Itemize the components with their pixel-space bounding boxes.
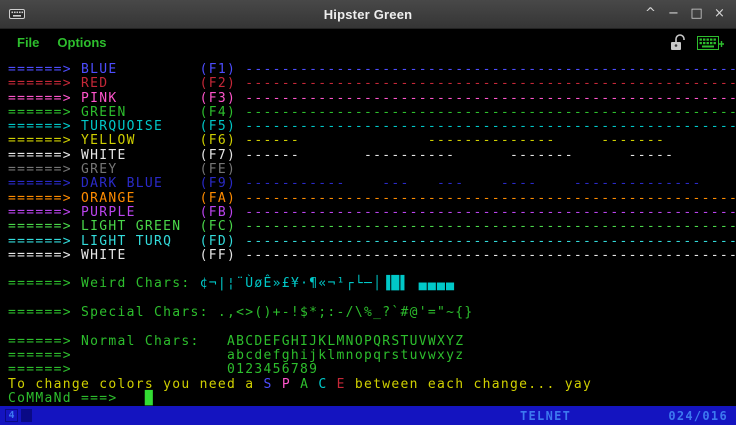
connection-indicator: 4 <box>5 409 18 422</box>
terminal-row: ======> ORANGE (FA) --------------------… <box>8 190 736 206</box>
terminal-row <box>8 320 736 334</box>
terminal-row: ======> LIGHT TURQ (FD) ----------------… <box>8 233 736 249</box>
terminal-cursor: █ <box>144 390 155 406</box>
menubar-icons <box>668 34 728 51</box>
terminal-row <box>8 292 736 306</box>
terminal-row: To change colors you need a S P A C E be… <box>8 376 593 392</box>
status-protocol: TELNET <box>520 408 572 423</box>
menu-options[interactable]: Options <box>48 31 115 54</box>
terminal-screen[interactable]: ======> BLUE (F1) ----------------------… <box>0 56 736 407</box>
menubar: File Options <box>0 29 736 56</box>
close-button[interactable]: × <box>710 4 729 24</box>
terminal-row: ======> GREEN (F4) ---------------------… <box>8 104 736 120</box>
status-bar: 4 TELNET 024/016 <box>0 406 736 425</box>
terminal-row: ======> Special Chars: .,<>()+-!$*;:-/\%… <box>8 305 474 321</box>
menu-file[interactable]: File <box>8 31 48 54</box>
keypad-icon[interactable] <box>697 34 724 51</box>
terminal-row: ======> 0123456789 <box>8 362 319 378</box>
terminal-row: ======> WHITE (F7) ------ ---------- ---… <box>8 147 675 163</box>
terminal-row: ======> Weird Chars: ¢¬|¦¨ÙøÊ»£¥·¶«¬¹┌└─… <box>8 276 456 292</box>
terminal-row: ======> LIGHT GREEN (FC) ---------------… <box>8 219 736 235</box>
terminal-row: ======> YELLOW (F6) ------ -------------… <box>8 133 666 149</box>
terminal-row: ======> Normal Chars: ABCDEFGHIJKLMNOPQR… <box>8 333 465 349</box>
terminal-row: ======> TURQUOISE (F5) -----------------… <box>8 119 736 135</box>
cursor-position: 024/016 <box>668 408 728 423</box>
unlocked-padlock-icon[interactable] <box>668 34 688 51</box>
terminal-row: ======> DARK BLUE (F9) ----------- --- -… <box>8 176 702 192</box>
app-window: Hipster Green ^ − □ × File Options =====… <box>0 0 736 425</box>
minimize-button[interactable]: − <box>664 4 683 24</box>
terminal-row: ======> BLUE (F1) ----------------------… <box>8 62 736 77</box>
app-keyboard-icon <box>9 8 25 20</box>
terminal-row: ======> RED (F2) -----------------------… <box>8 76 736 92</box>
terminal-row: ======> GREY (FE) <box>8 162 237 178</box>
terminal-row: ======> PURPLE (FB) --------------------… <box>8 204 736 220</box>
maximize-button[interactable]: □ <box>687 4 706 24</box>
window-controls: ^ − □ × <box>641 4 736 24</box>
status-block-icon <box>21 409 32 422</box>
terminal-row: CoMMaNd ===> █ <box>8 390 155 406</box>
terminal-row: ======> WHITE (FF) ---------------------… <box>8 247 736 263</box>
shade-button[interactable]: ^ <box>641 4 660 24</box>
terminal-row: ======> PINK (F3) ----------------------… <box>8 90 736 106</box>
window-title: Hipster Green <box>323 6 413 22</box>
titlebar[interactable]: Hipster Green ^ − □ × <box>0 0 736 29</box>
terminal-row: ======> abcdefghijklmnopqrstuvwxyz <box>8 347 465 363</box>
